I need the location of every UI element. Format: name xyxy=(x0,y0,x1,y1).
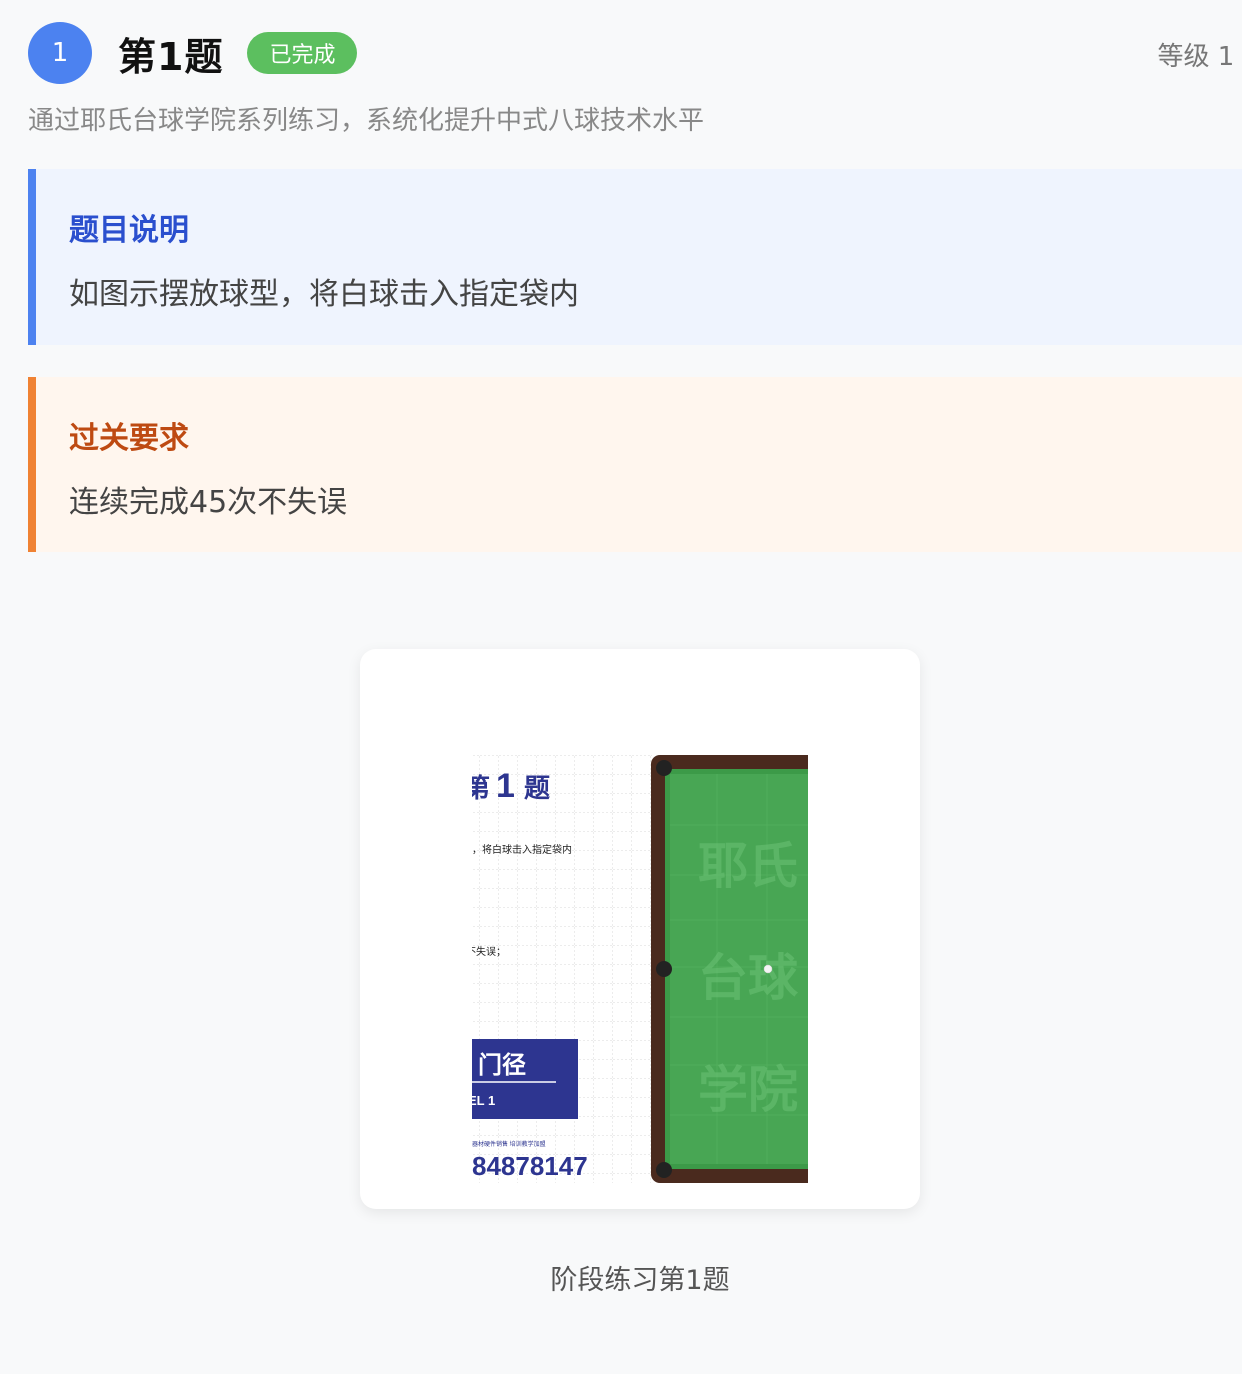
pocket-middle-left xyxy=(656,961,672,977)
watermark-1: 耶氏 xyxy=(698,838,798,894)
status-badge: 已完成 xyxy=(247,32,358,74)
description-heading: 题目说明 xyxy=(69,213,189,248)
sheet-line2: 不失误； xyxy=(472,945,506,958)
banner-title: 门径 xyxy=(478,1051,526,1079)
image-card[interactable]: 第 1 题 ，将白球击入指定袋内 不失误； 门径 EL 1 器材硬件销售 培训教… xyxy=(360,649,920,1209)
sheet-phone: 84878147 xyxy=(472,1151,588,1181)
question-header: 1 第1题 已完成 等级 1 - xyxy=(28,22,1242,84)
drill-diagram-image[interactable]: 第 1 题 ，将白球击入指定袋内 不失误； 门径 EL 1 器材硬件销售 培训教… xyxy=(472,755,808,1183)
requirement-heading: 过关要求 xyxy=(69,421,189,456)
image-caption: 阶段练习第1题 xyxy=(550,1265,730,1296)
pocket-top-left xyxy=(656,760,672,776)
pocket-bottom-left xyxy=(656,1162,672,1178)
requirement-panel: 过关要求 连续完成45次不失误 xyxy=(28,377,1242,552)
sheet-title-number: 1 xyxy=(496,767,515,805)
sheet-title-suffix: 题 xyxy=(524,773,550,803)
question-subtitle: 通过耶氏台球学院系列练习，系统化提升中式八球技术水平 xyxy=(28,106,705,136)
question-title: 第1题 xyxy=(118,34,224,79)
sheet-small-text: 器材硬件销售 培训教学加盟 xyxy=(472,1140,546,1148)
watermark-3: 学院 xyxy=(698,1062,798,1118)
level-label: 等级 1 - xyxy=(1157,42,1242,72)
description-text: 如图示摆放球型，将白球击入指定袋内 xyxy=(69,277,579,312)
question-number: 1 xyxy=(28,22,92,84)
sheet-line1: ，将白球击入指定袋内 xyxy=(472,843,572,856)
description-panel: 题目说明 如图示摆放球型，将白球击入指定袋内 xyxy=(28,169,1242,345)
watermark-2: 台球 xyxy=(698,950,799,1006)
banner-sub: EL 1 xyxy=(472,1093,495,1108)
requirement-text: 连续完成45次不失误 xyxy=(69,485,348,520)
cue-ball xyxy=(763,964,773,974)
sheet-title-prefix: 第 xyxy=(472,773,490,803)
